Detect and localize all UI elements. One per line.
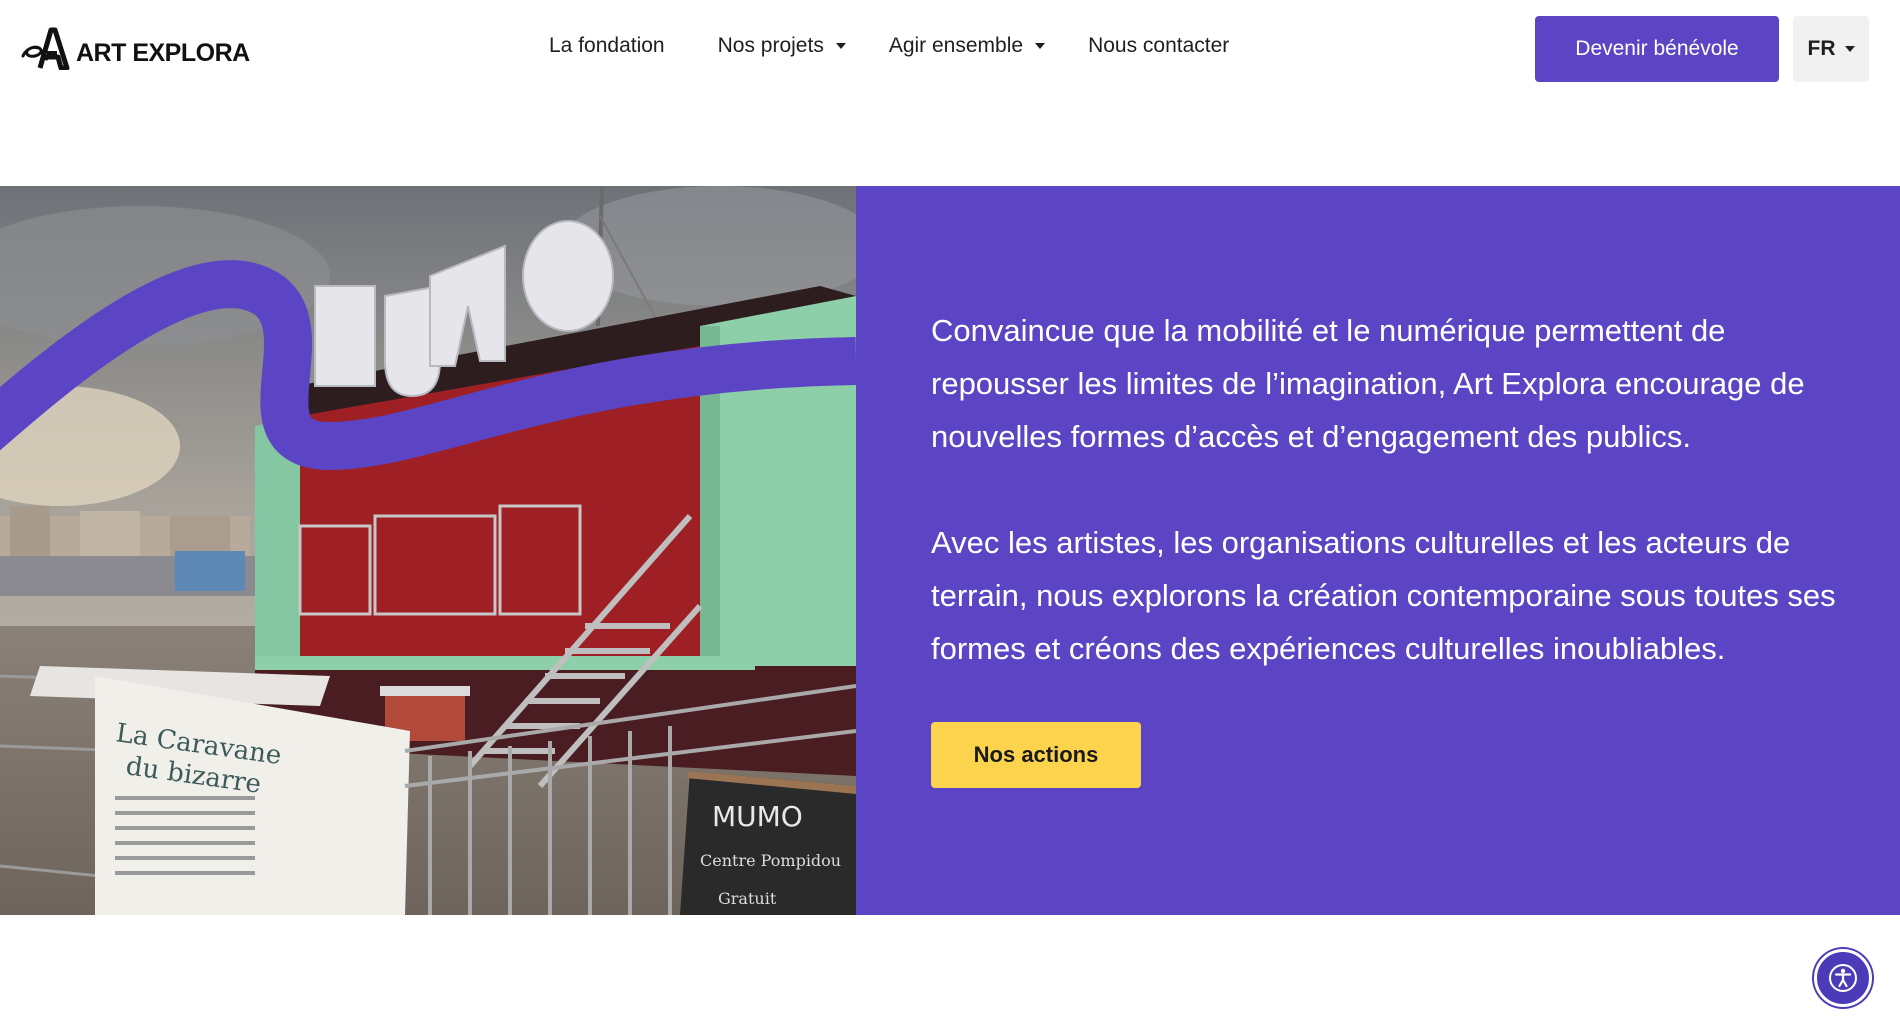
nav-item-nos-projets[interactable]: Nos projets xyxy=(718,34,846,58)
logo-wordmark: ART EXPLORA xyxy=(76,39,250,67)
language-label: FR xyxy=(1807,37,1836,60)
hero-text-panel: Convaincue que la mobilité et le numériq… xyxy=(856,186,1900,915)
caret-down-icon xyxy=(1035,43,1046,49)
nav-item-agir-ensemble[interactable]: Agir ensemble xyxy=(888,34,1046,58)
site-header: ART EXPLORA La fondation Nos projets Agi… xyxy=(0,0,1900,100)
nos-actions-button[interactable]: Nos actions xyxy=(931,722,1141,788)
site-logo[interactable]: ART EXPLORA xyxy=(20,26,250,70)
accessibility-icon xyxy=(1829,964,1857,992)
caret-down-icon xyxy=(1844,46,1855,52)
chalkboard-text: Gratuit xyxy=(718,889,777,908)
language-selector[interactable]: FR xyxy=(1793,16,1869,82)
nav-item-label: Agir ensemble xyxy=(888,34,1024,57)
main-nav: La fondation Nos projets Agir ensemble N… xyxy=(549,34,1229,58)
devenir-benevole-button[interactable]: Devenir bénévole xyxy=(1535,16,1779,82)
hero-photo: La Caravane du bizarre MUMO Centre Pompi… xyxy=(0,186,856,915)
hero-section: La Caravane du bizarre MUMO Centre Pompi… xyxy=(0,186,1900,915)
nav-item-label: Nous contacter xyxy=(1088,34,1230,57)
chalkboard-text: Centre Pompidou xyxy=(700,851,841,870)
nav-item-label: Nos projets xyxy=(717,34,824,57)
nav-item-la-fondation[interactable]: La fondation xyxy=(549,34,665,58)
nav-item-label: La fondation xyxy=(549,34,665,57)
hero-paragraph: Avec les artistes, les organisations cul… xyxy=(931,525,1836,666)
art-explora-logo-icon xyxy=(21,27,70,70)
chalkboard-text: MUMO xyxy=(712,800,803,833)
hero-text: Convaincue que la mobilité et le numériq… xyxy=(931,304,1851,675)
hero-paragraph: Convaincue que la mobilité et le numériq… xyxy=(931,313,1805,454)
accessibility-button[interactable] xyxy=(1814,949,1872,1007)
caret-down-icon xyxy=(835,43,846,49)
nav-item-nous-contacter[interactable]: Nous contacter xyxy=(1088,34,1229,58)
mumo-truck-illustration: La Caravane du bizarre MUMO Centre Pompi… xyxy=(0,186,856,915)
